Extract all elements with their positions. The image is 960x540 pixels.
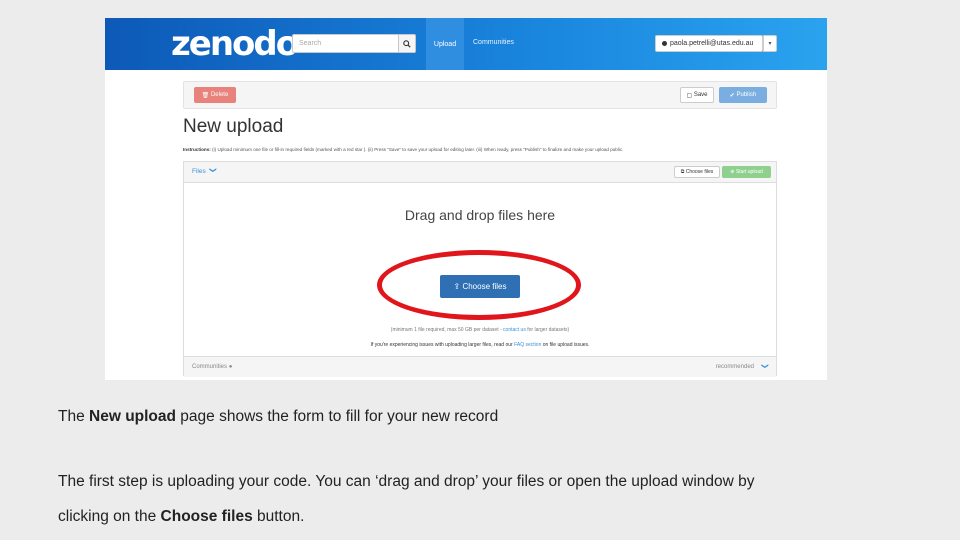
choose-files-small-button[interactable]: ⧉ Choose files (674, 166, 720, 178)
save-button[interactable]: ▢ Save (680, 87, 714, 103)
trash-icon: 🗑︎ (201, 92, 211, 99)
hint-prefix: (minimum 1 file required, max 50 GB per … (390, 327, 504, 333)
search-input[interactable]: Search (292, 34, 415, 53)
help-icon: ● (228, 364, 233, 370)
chevron-down-icon[interactable]: ❯ (761, 363, 769, 369)
choose-files-small-label: Choose files (685, 169, 714, 175)
page-title: New upload (183, 116, 284, 137)
check-icon: ✔ (729, 92, 737, 99)
save-label: Save (693, 92, 708, 98)
caption-line-2: The first step is uploading your code. Y… (58, 473, 755, 490)
search-button[interactable] (398, 34, 416, 53)
user-icon (662, 41, 667, 46)
nav-communities-tab[interactable]: Communities (473, 39, 514, 46)
caret-down-icon: ▾ (768, 41, 772, 47)
highlight-ellipse (377, 250, 581, 320)
user-email: paola.petrelli@utas.edu.au (670, 40, 754, 47)
publish-label: Publish (736, 92, 757, 98)
zenodo-logo[interactable]: zenodo (171, 24, 299, 64)
upload-issues-hint: If you're experiencing issues with uploa… (184, 342, 776, 348)
user-menu-button[interactable]: paola.petrelli@utas.edu.au (655, 35, 763, 52)
action-bar: 🗑︎ Delete ▢ Save ✔ Publish (183, 81, 777, 109)
start-upload-label: Start upload (735, 169, 763, 175)
faq-section-link[interactable]: FAQ section (514, 342, 541, 348)
files-panel-header[interactable]: Files ❯ ⧉ Choose files ⊕ Start upload (184, 162, 776, 183)
zenodo-screenshot: zenodo Search Upload Communities paola.p… (105, 18, 827, 380)
communities-panel-header[interactable]: Communities ● recommended ❯ (184, 356, 776, 377)
instructions-label: Instructions: (183, 147, 211, 152)
file-limit-hint: (minimum 1 file required, max 50 GB per … (184, 327, 776, 333)
delete-label: Delete (210, 92, 229, 98)
save-icon: ▢ (686, 92, 694, 99)
contact-us-link[interactable]: contact us (503, 327, 526, 333)
start-upload-button[interactable]: ⊕ Start upload (722, 166, 771, 178)
navbar: zenodo Search Upload Communities paola.p… (105, 18, 827, 70)
caption-line-1: The New upload page shows the form to fi… (58, 408, 499, 425)
recommended-label: recommended (715, 364, 754, 370)
caption-line-3: clicking on the Choose files button. (58, 508, 305, 525)
communities-label: Communities ● (192, 364, 233, 370)
issues-suffix: on file upload issues. (541, 342, 590, 348)
user-menu-caret[interactable]: ▾ (763, 35, 777, 52)
delete-button[interactable]: 🗑︎ Delete (194, 87, 236, 103)
instructions-text: (i) Upload minimum one file or fill-in r… (210, 147, 624, 152)
issues-prefix: If you're experiencing issues with uploa… (370, 342, 515, 348)
chevron-down-icon[interactable]: ❯ (209, 167, 217, 173)
files-panel: Files ❯ ⧉ Choose files ⊕ Start upload Dr… (183, 161, 777, 377)
hint-suffix: for larger datasets) (525, 327, 570, 333)
drop-zone-text[interactable]: Drag and drop files here (184, 207, 776, 223)
files-label[interactable]: Files (192, 168, 206, 175)
search-icon (403, 39, 411, 48)
nav-upload-tab[interactable]: Upload (426, 18, 464, 70)
instructions: Instructions: (i) Upload minimum one fil… (183, 147, 793, 152)
publish-button[interactable]: ✔ Publish (719, 87, 767, 103)
